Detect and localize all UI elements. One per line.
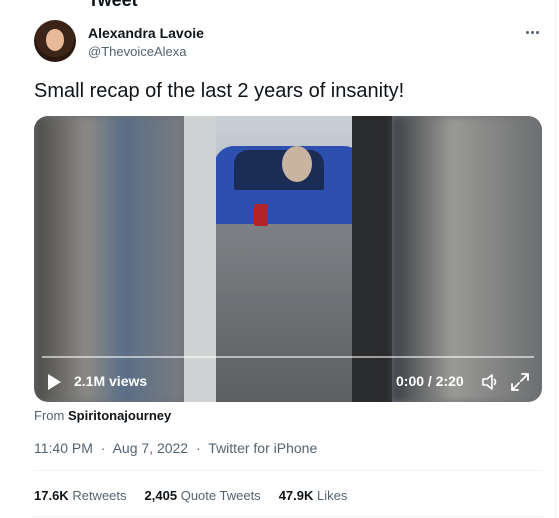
timeline-border	[555, 0, 556, 518]
tweet-stats: 17.6K Retweets 2,405 Quote Tweets 47.9K …	[34, 488, 347, 503]
divider	[34, 516, 542, 517]
meta-separator: ·	[100, 440, 106, 456]
volume-icon[interactable]	[480, 372, 500, 392]
video-blur-left	[34, 116, 184, 402]
quote-tweets-stat[interactable]: 2,405 Quote Tweets	[145, 488, 261, 503]
likes-count: 47.9K	[278, 488, 314, 503]
meta-separator: ·	[195, 440, 201, 456]
avatar[interactable]	[34, 20, 76, 62]
video-views: 2.1M views	[74, 373, 148, 389]
likes-label: Likes	[317, 488, 348, 503]
video-blur-right	[392, 116, 542, 402]
tweet-text: Small recap of the last 2 years of insan…	[34, 80, 405, 102]
tweet-date[interactable]: Aug 7, 2022	[113, 440, 189, 456]
top-cutoff-header: Tweet	[0, 0, 559, 8]
divider	[34, 470, 542, 471]
author-handle[interactable]: @ThevoiceAlexa	[88, 44, 186, 59]
video-center	[184, 116, 392, 402]
drink-cup	[254, 204, 268, 226]
video-player[interactable]: 2.1M views 0:00 / 2:20	[34, 116, 542, 402]
video-frame	[34, 116, 542, 402]
retweets-stat[interactable]: 17.6K Retweets	[34, 488, 127, 503]
video-progress-bar[interactable]	[42, 356, 534, 358]
video-time: 0:00 / 2:20	[396, 373, 464, 389]
quotes-label: Quote Tweets	[180, 488, 261, 503]
retweets-label: Retweets	[72, 488, 127, 503]
page-header-fragment: Tweet	[88, 0, 138, 8]
fullscreen-icon[interactable]	[510, 372, 530, 392]
driver	[282, 146, 312, 182]
tweet-client[interactable]: Twitter for iPhone	[208, 440, 317, 456]
author-name[interactable]: Alexandra Lavoie	[88, 25, 204, 41]
source-label: From	[34, 408, 65, 423]
source-account-link[interactable]: Spiritonajourney	[68, 408, 171, 423]
video-source: From Spiritonajourney	[34, 408, 171, 423]
tweet-meta: 11:40 PM · Aug 7, 2022 · Twitter for iPh…	[34, 440, 321, 456]
play-icon[interactable]	[48, 374, 61, 390]
retweets-count: 17.6K	[34, 488, 69, 503]
tweet-time[interactable]: 11:40 PM	[34, 440, 93, 456]
likes-stat[interactable]: 47.9K Likes	[279, 488, 348, 503]
tweet-header: Alexandra Lavoie @ThevoiceAlexa	[34, 20, 544, 68]
more-options-icon[interactable]	[520, 20, 544, 44]
quotes-count: 2,405	[144, 488, 178, 503]
